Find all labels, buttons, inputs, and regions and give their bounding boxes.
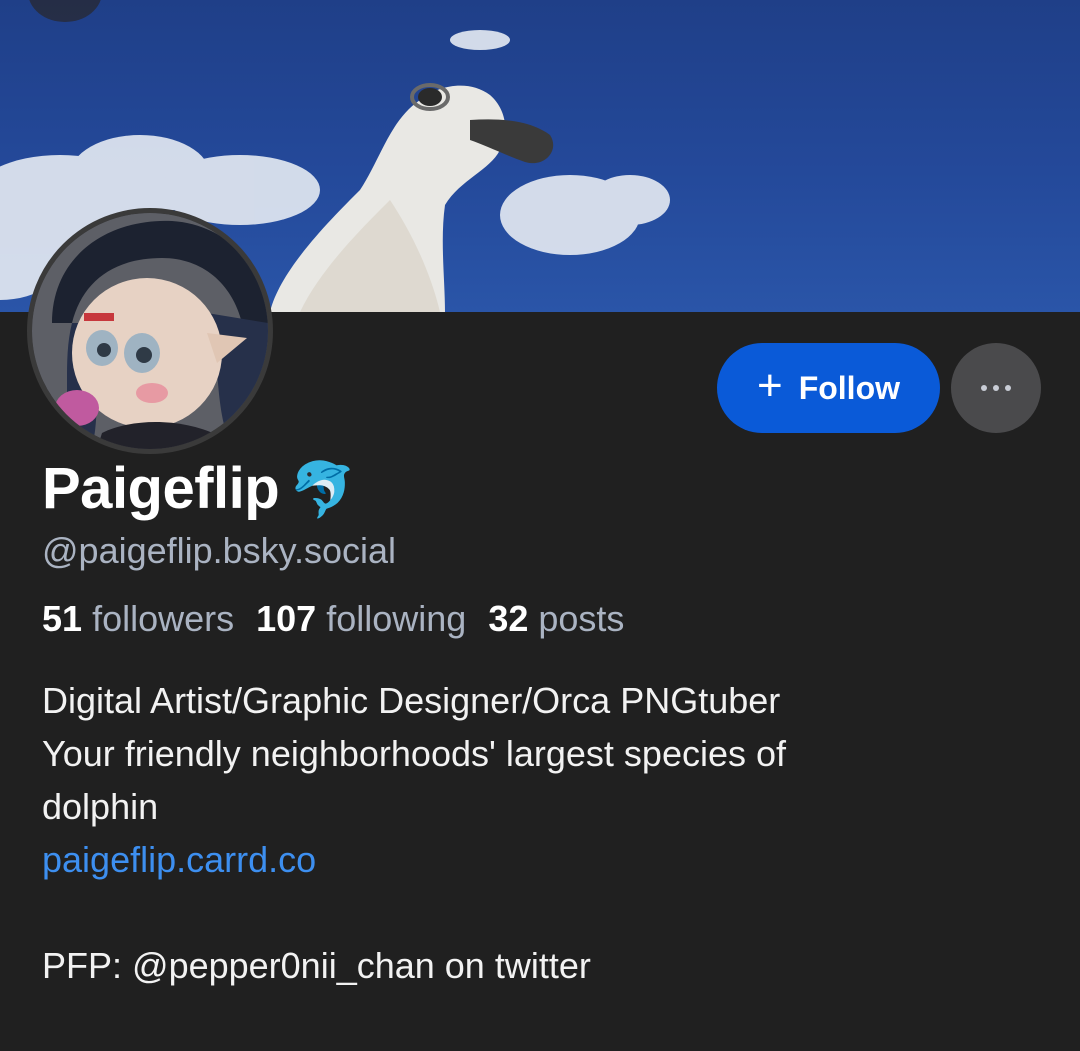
- following-label: following: [326, 598, 467, 639]
- bio-line: Digital Artist/Graphic Designer/Orca PNG…: [42, 680, 781, 721]
- plus-icon: +: [756, 361, 783, 410]
- posts-count: 32: [488, 598, 529, 639]
- following-stat[interactable]: 107 following: [256, 598, 466, 639]
- followers-label: followers: [92, 598, 235, 639]
- follow-label: Follow: [798, 369, 900, 406]
- bio-line: Your friendly neighborhoods' largest spe…: [42, 733, 787, 774]
- posts-stat: 32 posts: [488, 598, 624, 639]
- display-name: Paigeflip 🐬: [42, 455, 356, 522]
- bio-line: dolphin: [42, 786, 159, 827]
- more-options-button[interactable]: [951, 343, 1041, 433]
- ellipsis-icon-dot: [1005, 385, 1011, 391]
- profile-bio: Digital Artist/Graphic Designer/Orca PNG…: [42, 674, 1042, 992]
- bio-spacer: [42, 886, 1042, 939]
- avatar-illustration: [32, 213, 268, 449]
- following-count: 107: [256, 598, 317, 639]
- bio-line: PFP: @pepper0nii_chan on twitter: [42, 945, 591, 986]
- display-name-text: Paigeflip: [42, 456, 280, 521]
- bio-website-link[interactable]: paigeflip.carrd.co: [42, 833, 1042, 886]
- profile-stats: 51 followers 107 following 32 posts: [42, 598, 624, 640]
- posts-label: posts: [538, 598, 625, 639]
- follow-button[interactable]: + Follow: [717, 343, 940, 433]
- followers-count: 51: [42, 598, 83, 639]
- ellipsis-icon-dot: [993, 385, 999, 391]
- handle: @paigeflip.bsky.social: [42, 530, 397, 571]
- avatar[interactable]: [27, 208, 273, 454]
- followers-stat[interactable]: 51 followers: [42, 598, 234, 639]
- ellipsis-icon-dot: [981, 385, 987, 391]
- dolphin-emoji-icon: 🐬: [289, 458, 356, 521]
